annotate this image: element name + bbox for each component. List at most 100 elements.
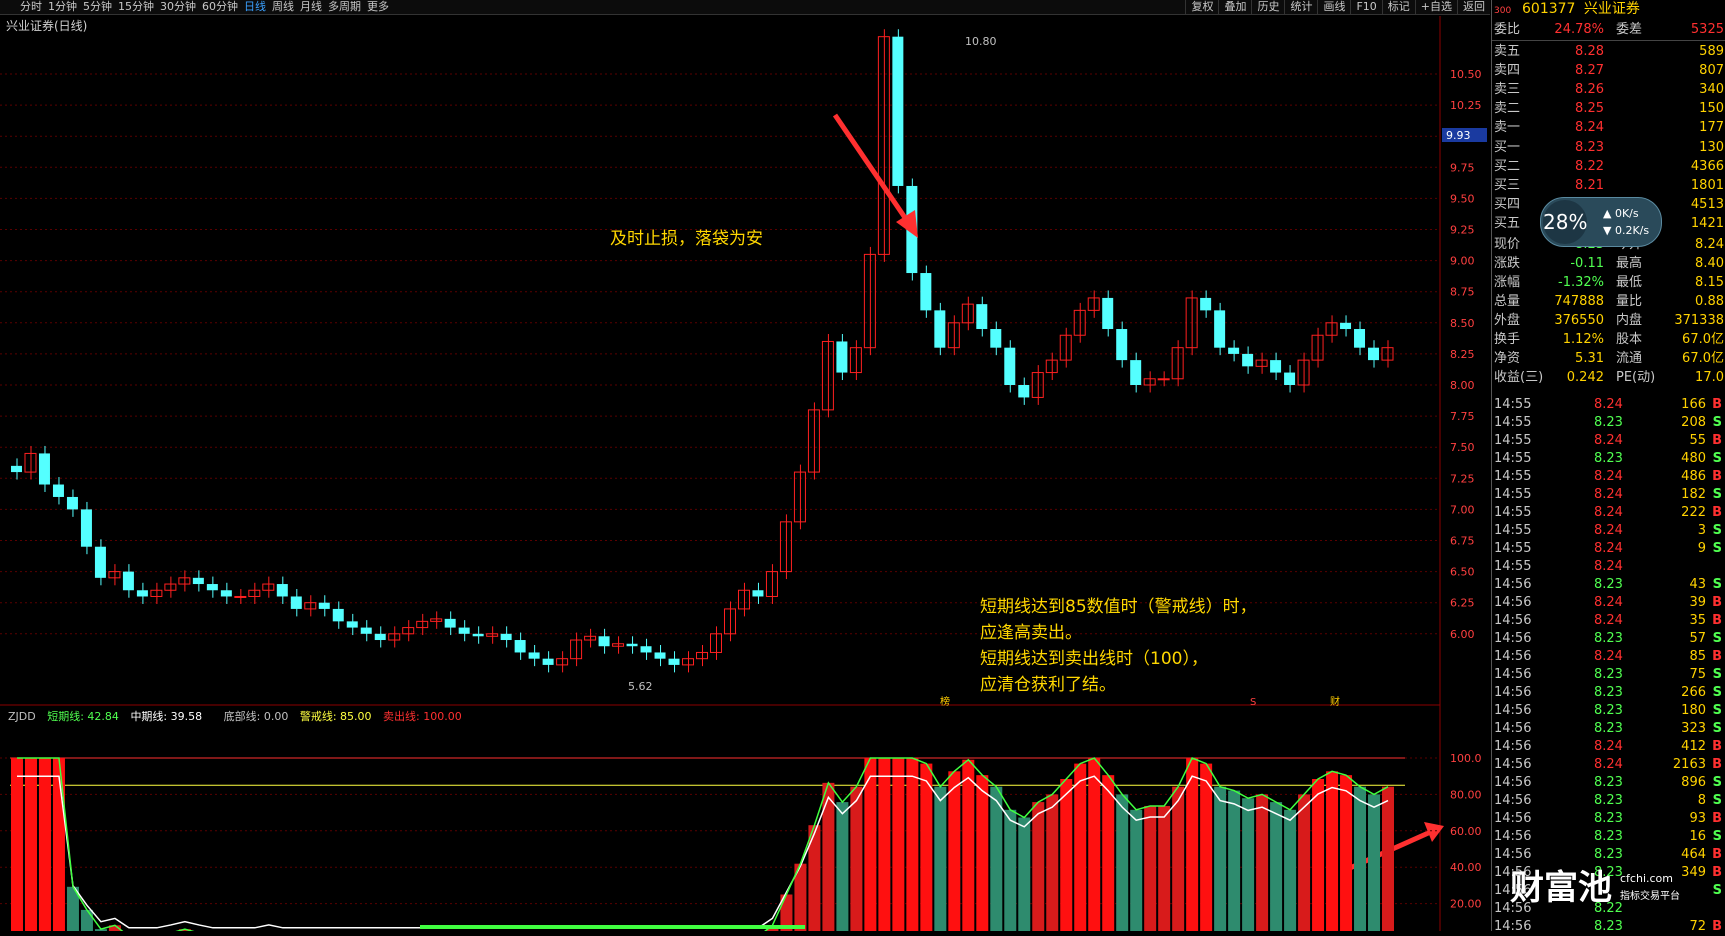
stat-row-3-c4: 0.88 xyxy=(1695,294,1724,309)
candle-down xyxy=(1200,297,1212,311)
indicator-bar xyxy=(808,825,821,931)
indicator-bar xyxy=(1368,794,1381,931)
stat-row-5-c4: 67.0亿 xyxy=(1682,332,1724,347)
tick-d: B xyxy=(1712,613,1722,628)
tick-t: 14:56 xyxy=(1494,649,1532,664)
stock-header: 300 601377 兴业证券 xyxy=(1492,0,1725,18)
tick-p: 8.23 xyxy=(1594,451,1623,466)
candle-down xyxy=(990,329,1002,348)
bid-row-3-c4: 4513 xyxy=(1690,197,1724,212)
bid-row-0-c2: 8.23 xyxy=(1575,140,1604,155)
candle-down xyxy=(1214,310,1226,348)
tick-p: 8.24 xyxy=(1594,523,1623,538)
indicator-bar xyxy=(1060,779,1073,931)
price-axis-label: 8.75 xyxy=(1450,286,1475,299)
indicator-bar xyxy=(920,763,933,931)
upload-speed-value: 0K/s xyxy=(1614,207,1639,220)
tick-p: 8.24 xyxy=(1594,613,1623,628)
indicator-bar xyxy=(1116,794,1129,931)
weibi-row-c1: 委比 xyxy=(1494,22,1521,37)
indicator-bar xyxy=(38,758,51,931)
tick-t: 14:56 xyxy=(1494,703,1532,718)
kline-chart[interactable]: 10.5010.2510.009.759.509.259.008.758.508… xyxy=(0,0,1490,931)
candle-down xyxy=(1242,353,1254,367)
stat-row-2-c2: -1.32% xyxy=(1558,275,1604,290)
tick-d: S xyxy=(1712,883,1722,898)
candle-down xyxy=(346,621,358,628)
stat-row-5: 换手 1.12% 股本 67.0亿 xyxy=(1494,330,1724,349)
indicator-bar xyxy=(1284,809,1297,931)
candle-up xyxy=(234,595,247,598)
stat-row-4-c1: 外盘 xyxy=(1494,313,1521,328)
candle-up xyxy=(737,589,750,610)
tick-v: 8 xyxy=(1697,793,1706,808)
stat-row-6-c4: 67.0亿 xyxy=(1682,351,1724,366)
price-axis-label: 9.00 xyxy=(1450,255,1475,268)
tick-p: 8.23 xyxy=(1594,577,1623,592)
candle-down xyxy=(1228,347,1240,354)
weibi-row-c4: 5325 xyxy=(1690,22,1724,37)
tick-t: 14:56 xyxy=(1494,595,1532,610)
indicator-axis-label: 40.00 xyxy=(1450,861,1482,874)
tick-v: 3 xyxy=(1697,523,1706,538)
candle-up xyxy=(821,340,834,411)
tick-v: 323 xyxy=(1681,721,1706,736)
price-axis-label: 6.50 xyxy=(1450,566,1475,579)
tick-v: 180 xyxy=(1681,703,1706,718)
candle-down xyxy=(1004,347,1016,385)
bid-row-1-c4: 4366 xyxy=(1690,159,1724,174)
candle-up xyxy=(793,471,806,523)
indicator-bar xyxy=(1354,786,1367,931)
tick-d: S xyxy=(1712,829,1722,844)
tick-row: 14:56 8.24 412 B xyxy=(1494,738,1724,756)
tick-p: 8.24 xyxy=(1594,505,1623,520)
bid-row-0-c1: 买一 xyxy=(1494,140,1521,155)
price-axis-label: 9.75 xyxy=(1450,161,1475,174)
candle-up xyxy=(1171,347,1184,380)
tick-p: 8.23 xyxy=(1594,667,1623,682)
network-speed-widget[interactable]: 28% ▲ 0K/s ▼ 0.2K/s xyxy=(1540,197,1662,247)
tick-row: 14:56 8.23 8 S xyxy=(1494,792,1724,810)
bid-row-4-c4: 1421 xyxy=(1690,216,1724,231)
tick-d: S xyxy=(1712,541,1722,556)
stat-row-1-c2: -0.11 xyxy=(1570,256,1604,271)
stat-row-2: 涨幅 -1.32% 最低 8.15 xyxy=(1494,273,1724,292)
bottom-zone-bar xyxy=(420,925,805,929)
stat-row-3-c1: 总量 xyxy=(1494,294,1521,309)
tick-v: 43 xyxy=(1689,577,1706,592)
tick-p: 8.23 xyxy=(1594,631,1623,646)
ask-row-4: 卖一 8.24 177 xyxy=(1494,118,1724,137)
candle-down xyxy=(318,602,330,609)
tick-t: 14:56 xyxy=(1494,757,1532,772)
candle-down xyxy=(38,453,50,485)
price-axis-label: 7.25 xyxy=(1450,472,1475,485)
tick-p: 8.24 xyxy=(1594,541,1623,556)
tick-v: 464 xyxy=(1681,847,1706,862)
candle-up xyxy=(961,303,974,324)
tick-row: 14:55 8.24 486 B xyxy=(1494,468,1724,486)
tick-row: 14:55 8.24 55 B xyxy=(1494,432,1724,450)
weibi-row-c2: 24.78% xyxy=(1554,22,1604,37)
indicator-bar xyxy=(1074,763,1087,931)
tick-t: 14:55 xyxy=(1494,469,1532,484)
price-axis-label: 6.75 xyxy=(1450,535,1475,548)
mid-line-label: 中期线: 39.58 xyxy=(130,710,203,723)
bid-row-1-c2: 8.22 xyxy=(1575,159,1604,174)
indicator-bar xyxy=(11,758,23,931)
indicator-bar xyxy=(850,786,863,931)
tick-d: S xyxy=(1712,487,1722,502)
indicator-bar xyxy=(1172,786,1185,931)
tick-v: 85 xyxy=(1689,649,1706,664)
tick-d: S xyxy=(1712,793,1722,808)
candle-down xyxy=(276,584,288,597)
indicator-bar xyxy=(1004,809,1017,931)
upload-speed: ▲ 0K/s xyxy=(1603,207,1639,220)
candle-down xyxy=(668,658,680,665)
tick-t: 14:56 xyxy=(1494,721,1532,736)
tick-p: 8.24 xyxy=(1594,469,1623,484)
candle-up xyxy=(765,571,778,597)
tick-row: 14:55 8.24 166 B xyxy=(1494,396,1724,414)
tick-v: 896 xyxy=(1681,775,1706,790)
stat-row-1: 涨跌 -0.11 最高 8.40 xyxy=(1494,254,1724,273)
candle-down xyxy=(836,341,848,373)
